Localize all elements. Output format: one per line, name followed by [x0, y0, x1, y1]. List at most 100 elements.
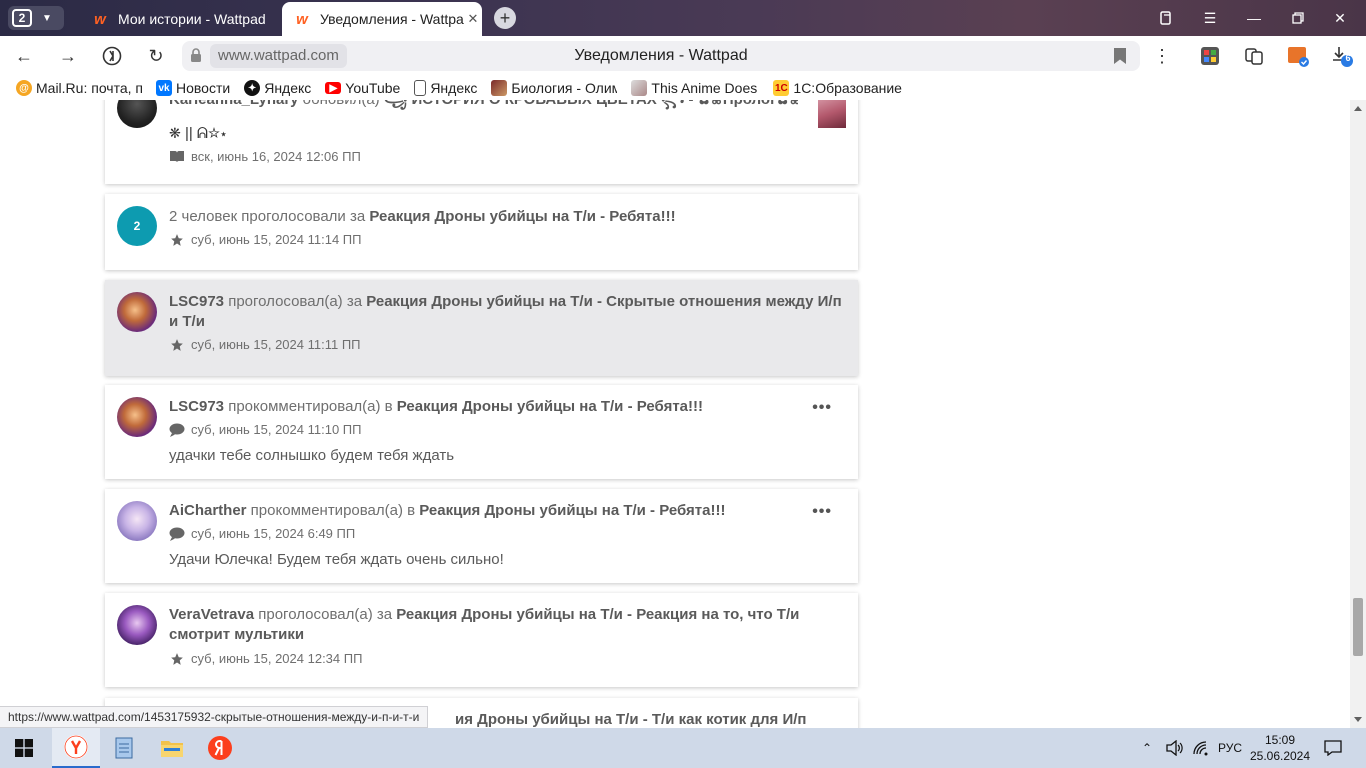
tab-collection-icon[interactable] [1154, 6, 1178, 30]
notification-text: VeraVetrava проголосовал(а) за Реакция Д… [169, 606, 800, 643]
timestamp: суб, июнь 15, 2024 11:14 ПП [191, 232, 362, 247]
story-cover-thumbnail[interactable] [818, 100, 846, 128]
bookmark-news[interactable]: vk Новости [156, 80, 230, 96]
input-language-indicator[interactable]: РУС [1218, 728, 1242, 768]
comment-text: Удачи Юлечка! Будем тебя ждать очень сил… [169, 551, 504, 568]
tab-title: Мои истории - Wattpad [118, 11, 266, 27]
tab-my-stories[interactable]: w Мои истории - Wattpad [80, 4, 276, 34]
menu-icon[interactable]: ☰ [1198, 6, 1222, 30]
downloads-badge: 6 [1345, 53, 1351, 63]
back-icon[interactable]: ← [12, 44, 36, 68]
username-link[interactable]: LSC973 [169, 293, 224, 310]
more-vertical-icon[interactable]: ⋮ [1150, 44, 1174, 68]
bookmark-mailru[interactable]: @ Mail.Ru: почта, поиск [16, 80, 142, 96]
translate-icon[interactable] [1242, 44, 1266, 68]
story-link[interactable]: ия Дроны убийцы на Т/и - Т/и как котик д… [455, 711, 806, 728]
bookmark-yandex-doc[interactable]: Яндекс [414, 80, 477, 96]
reload-icon[interactable]: ↻ [144, 44, 168, 68]
navigation-bar: ← → ↻ www.wattpad.com Уведомления - Watt… [0, 36, 1366, 76]
yandex-browser-taskbar-icon[interactable] [52, 728, 100, 768]
scroll-up-icon[interactable] [1354, 106, 1362, 111]
avatar[interactable] [117, 292, 157, 332]
timestamp: суб, июнь 15, 2024 11:11 ПП [191, 337, 361, 352]
notification-card[interactable]: Karleanna_Lynary обновил(а) ꧁ ИСТОРИЯ О … [105, 100, 858, 184]
bookmark-anime[interactable]: This Anime Does Not [631, 80, 759, 96]
notification-center-icon[interactable] [1324, 728, 1342, 768]
notification-card-highlighted[interactable]: LSC973 проголосовал(а) за Реакция Дроны … [105, 280, 858, 376]
notification-text: AiCharther прокомментировал(а) в Реакция… [169, 502, 726, 519]
new-tab-button[interactable]: + [494, 7, 516, 29]
show-hidden-icons-chevron[interactable]: ⌃ [1142, 728, 1152, 768]
notification-text: ия Дроны убийцы на Т/и - Т/и как котик д… [455, 710, 842, 728]
volume-icon[interactable] [1166, 728, 1184, 768]
chevron-down-icon: ▼ [42, 12, 52, 24]
close-window-icon[interactable]: ✕ [1328, 6, 1352, 30]
notification-text: Karleanna_Lynary обновил(а) ꧁ ИСТОРИЯ О … [169, 100, 798, 110]
tab-notifications[interactable]: w Уведомления - Wattpad ✕ [282, 2, 482, 36]
file-explorer-taskbar-icon[interactable] [148, 728, 196, 768]
notification-meta: вск, июнь 16, 2024 12:06 ПП [169, 149, 361, 164]
forward-icon[interactable]: → [56, 44, 80, 68]
notification-meta: суб, июнь 15, 2024 11:14 ПП [169, 232, 361, 247]
scroll-down-icon[interactable] [1354, 717, 1362, 722]
story-link[interactable]: Реакция Дроны убийцы на Т/и - Ребята!!! [369, 208, 675, 225]
story-link[interactable]: Реакция Дроны убийцы на Т/и - Ребята!!! [419, 502, 725, 519]
address-bar[interactable]: www.wattpad.com Уведомления - Wattpad [182, 41, 1140, 71]
notification-card[interactable]: LSC973 прокомментировал(а) в Реакция Дро… [105, 385, 858, 479]
yandex-home-icon[interactable] [100, 44, 124, 68]
vk-icon: vk [156, 80, 172, 96]
username-link[interactable]: Karleanna_Lynary [169, 100, 299, 108]
close-tab-icon[interactable]: ✕ [464, 11, 482, 27]
avatar[interactable] [117, 397, 157, 437]
tab-manager-button[interactable]: 2 ▼ [8, 6, 64, 30]
bookmark-youtube[interactable]: ▶ YouTube [325, 80, 400, 96]
comment-text: удачки тебе солнышко будем тебя ждать [169, 447, 455, 464]
story-link[interactable]: Реакция Дроны убийцы на Т/и - Ребята!!! [397, 398, 703, 415]
wattpad-logo-icon: w [296, 10, 308, 28]
more-options-button[interactable]: ••• [812, 503, 832, 521]
story-link[interactable]: ꧁ ИСТОРИЯ О КРОВАВЫХ ЦВЕТАХ ꧂ - ✿❀Пролог… [384, 100, 798, 108]
book-icon [169, 150, 185, 164]
avatar[interactable] [117, 605, 157, 645]
restore-icon[interactable] [1286, 6, 1310, 30]
minimize-icon[interactable]: — [1242, 6, 1266, 30]
bookmark-yandex[interactable]: ✦ Яндекс [244, 80, 311, 96]
downloads-icon[interactable]: 6 [1330, 44, 1354, 68]
yandex-dark-icon: ✦ [244, 80, 261, 96]
vote-count-badge: 2 [117, 206, 157, 246]
avatar[interactable] [117, 100, 157, 128]
more-options-button[interactable]: ••• [812, 399, 832, 417]
star-icon [169, 338, 185, 352]
notification-card[interactable]: 2 2 человек проголосовали за Реакция Дро… [105, 194, 858, 270]
1c-icon: 1С [773, 80, 790, 96]
clock-date: 25.06.2024 [1249, 749, 1311, 763]
notification-meta: суб, июнь 15, 2024 11:10 ПП [169, 422, 361, 437]
star-icon [169, 233, 185, 247]
yandex-taskbar-icon[interactable] [196, 728, 244, 768]
notification-text: LSC973 прокомментировал(а) в Реакция Дро… [169, 398, 704, 415]
biology-icon [491, 80, 508, 96]
comment-icon [169, 423, 185, 437]
notepad-taskbar-icon[interactable] [100, 728, 148, 768]
username-link[interactable]: AiCharther [169, 502, 247, 519]
tab-strip: 2 ▼ w Мои истории - Wattpad w Уведомлени… [0, 0, 1366, 36]
notification-text: LSC973 проголосовал(а) за Реакция Дроны … [169, 293, 842, 330]
notification-card[interactable]: AiCharther прокомментировал(а) в Реакция… [105, 489, 858, 583]
comment-icon [169, 527, 185, 541]
extension-icon[interactable] [1198, 44, 1222, 68]
notification-meta: суб, июнь 15, 2024 11:11 ПП [169, 337, 361, 352]
bookmark-biology[interactable]: Биология - Олимпиада [491, 80, 617, 96]
timestamp: суб, июнь 15, 2024 6:49 ПП [191, 526, 356, 541]
windows-start-icon[interactable] [0, 728, 48, 768]
notification-card[interactable]: VeraVetrava проголосовал(а) за Реакция Д… [105, 593, 858, 687]
bookmark-1c[interactable]: 1С 1С:Образование [773, 80, 902, 96]
network-icon[interactable] [1192, 728, 1210, 768]
bookmarks-bar: @ Mail.Ru: почта, поиск vk Новости ✦ Янд… [0, 76, 1366, 100]
username-link[interactable]: LSC973 [169, 398, 224, 415]
page-scrollbar[interactable] [1350, 100, 1366, 728]
username-link[interactable]: VeraVetrava [169, 606, 254, 623]
extension-game-icon[interactable] [1286, 44, 1310, 68]
avatar[interactable] [117, 501, 157, 541]
scrollbar-thumb[interactable] [1353, 598, 1363, 656]
clock[interactable]: 15:09 25.06.2024 [1249, 728, 1311, 768]
